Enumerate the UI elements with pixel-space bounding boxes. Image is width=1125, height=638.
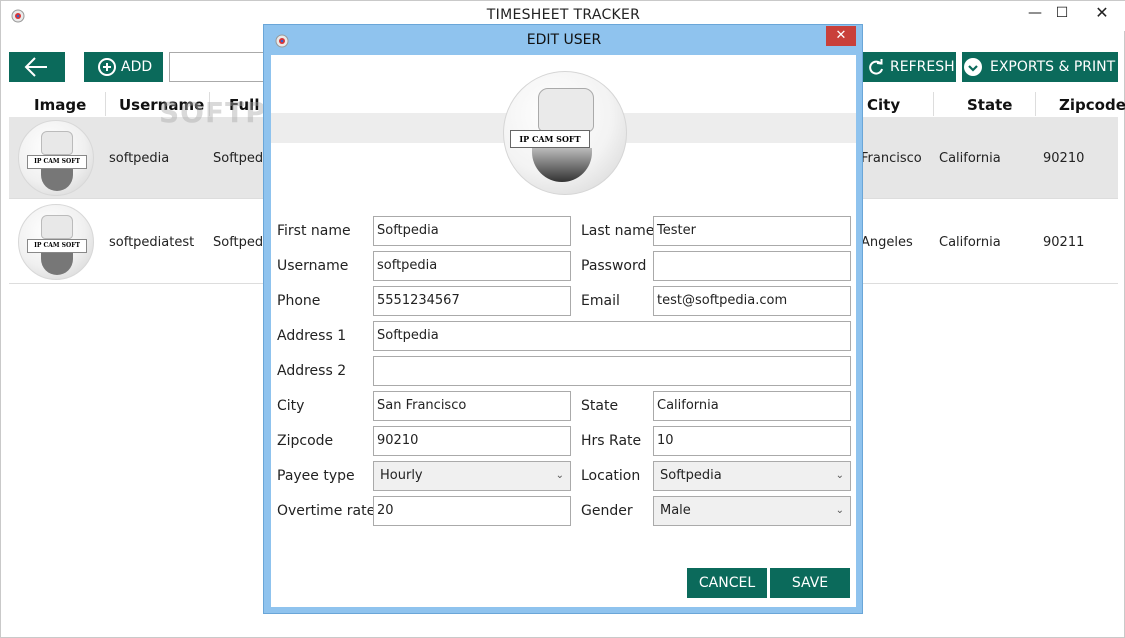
search-input[interactable] xyxy=(169,52,267,82)
phone-field[interactable]: 5551234567 xyxy=(373,286,571,316)
avatar-caption: IP CAM SOFT xyxy=(27,239,87,253)
gender-label: Gender xyxy=(581,503,633,519)
column-divider xyxy=(933,92,934,116)
email-label: Email xyxy=(581,293,620,309)
cancel-button[interactable]: CANCEL xyxy=(687,568,767,598)
cell-state: California xyxy=(939,151,1001,166)
avatar: IP CAM SOFT xyxy=(18,120,94,196)
add-button[interactable]: ADD xyxy=(84,52,163,82)
address2-field[interactable] xyxy=(373,356,851,386)
dialog-close-button[interactable]: ✕ xyxy=(826,26,856,46)
avatar: IP CAM SOFT xyxy=(18,204,94,280)
address2-label: Address 2 xyxy=(277,363,347,379)
zipcode-label: Zipcode xyxy=(277,433,334,449)
chevron-down-icon: ⌄ xyxy=(835,505,844,516)
payee-type-select[interactable]: Hourly ⌄ xyxy=(373,461,571,491)
column-header-zipcode[interactable]: Zipcode xyxy=(1059,92,1125,118)
state-field[interactable]: California xyxy=(653,391,851,421)
column-header-state[interactable]: State xyxy=(967,92,1012,118)
first-name-field[interactable]: Softpedia xyxy=(373,216,571,246)
dialog-body: IP CAM SOFT First name Softpedia Last na… xyxy=(271,55,856,607)
first-name-label: First name xyxy=(277,223,351,239)
edit-user-dialog: EDIT USER ✕ IP CAM SOFT First name Softp… xyxy=(263,24,863,614)
chevron-down-icon xyxy=(964,58,982,76)
refresh-icon xyxy=(869,59,883,75)
last-name-field[interactable]: Tester xyxy=(653,216,851,246)
cell-username: softpediatest xyxy=(109,235,195,250)
cell-fullname: Softpedi xyxy=(213,235,267,250)
maximize-button[interactable]: ☐ xyxy=(1047,1,1077,27)
back-button[interactable] xyxy=(9,52,65,82)
cell-zipcode: 90210 xyxy=(1043,151,1085,166)
cell-fullname: Softpedi xyxy=(213,151,267,166)
column-header-image[interactable]: Image xyxy=(34,92,86,118)
zipcode-field[interactable]: 90210 xyxy=(373,426,571,456)
username-field[interactable]: softpedia xyxy=(373,251,571,281)
column-divider xyxy=(105,92,106,116)
cell-state: California xyxy=(939,235,1001,250)
cell-username: softpedia xyxy=(109,151,170,166)
location-value: Softpedia xyxy=(660,468,722,483)
payee-type-value: Hourly xyxy=(380,468,423,483)
address1-field[interactable]: Softpedia xyxy=(373,321,851,351)
camera-icon xyxy=(538,88,594,132)
phone-label: Phone xyxy=(277,293,321,309)
save-button[interactable]: SAVE xyxy=(770,568,850,598)
minimize-button[interactable]: — xyxy=(1020,1,1050,27)
overtime-rate-field[interactable]: 20 xyxy=(373,496,571,526)
chevron-down-icon: ⌄ xyxy=(835,470,844,481)
avatar-caption: IP CAM SOFT xyxy=(27,155,87,169)
overtime-rate-label: Overtime rate xyxy=(277,503,376,519)
last-name-label: Last name xyxy=(581,223,655,239)
hrs-rate-field[interactable]: 10 xyxy=(653,426,851,456)
cell-zipcode: 90211 xyxy=(1043,235,1085,250)
address1-label: Address 1 xyxy=(277,328,347,344)
refresh-button[interactable]: REFRESH xyxy=(862,52,956,82)
profile-caption: IP CAM SOFT xyxy=(510,130,590,148)
exports-print-button[interactable]: EXPORTS & PRINT xyxy=(962,52,1118,82)
gender-select[interactable]: Male ⌄ xyxy=(653,496,851,526)
close-button[interactable]: ✕ xyxy=(1078,1,1125,27)
username-label: Username xyxy=(277,258,349,274)
chevron-down-icon: ⌄ xyxy=(555,470,564,481)
profile-image[interactable]: IP CAM SOFT xyxy=(503,71,627,195)
location-select[interactable]: Softpedia ⌄ xyxy=(653,461,851,491)
state-label: State xyxy=(581,398,619,414)
hrs-rate-label: Hrs Rate xyxy=(581,433,642,449)
window-title: TIMESHEET TRACKER xyxy=(486,7,641,23)
cell-city: Angeles xyxy=(861,235,913,250)
password-field[interactable] xyxy=(653,251,851,281)
gender-value: Male xyxy=(660,503,691,518)
dialog-title: EDIT USER xyxy=(526,32,602,48)
add-button-label: ADD xyxy=(121,59,153,75)
arrow-left-icon xyxy=(24,57,47,77)
column-header-city[interactable]: City xyxy=(867,92,900,118)
payee-type-label: Payee type xyxy=(277,468,355,484)
cell-city: Francisco xyxy=(861,151,922,166)
camera-icon xyxy=(41,131,73,155)
email-field[interactable]: test@softpedia.com xyxy=(653,286,851,316)
add-circle-icon xyxy=(98,58,116,76)
camera-icon xyxy=(41,215,73,239)
password-label: Password xyxy=(581,258,647,274)
refresh-button-label: REFRESH xyxy=(890,59,955,75)
city-field[interactable]: San Francisco xyxy=(373,391,571,421)
city-label: City xyxy=(277,398,305,414)
location-label: Location xyxy=(581,468,641,484)
exports-print-label: EXPORTS & PRINT xyxy=(990,59,1116,75)
column-divider xyxy=(1035,92,1036,116)
